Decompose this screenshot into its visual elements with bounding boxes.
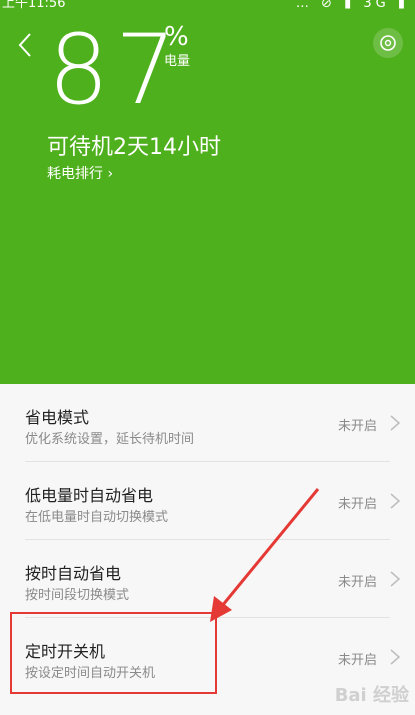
power-ranking-link[interactable]: 耗电排行 › [47,164,113,184]
status-icons: … ⊘ ▮ 3G ▮ [295,0,409,11]
status-time: 上午11:56 [2,0,66,11]
list-item-title: 省电模式 [25,408,90,427]
list-item-status: 未开启 [337,419,377,434]
list-item-title: 低电量时自动省电 [25,486,154,505]
watermark: Bai 经验 [334,685,409,706]
chevron-right-icon [390,571,401,587]
list-item-power-saving-mode[interactable]: 省电模式 优化系统设置，延长待机时间 未开启 [0,384,415,461]
settings-button[interactable] [373,28,403,58]
annotation-highlight-box [10,612,217,694]
list-item-low-battery-saving[interactable]: 低电量时自动省电 在低电量时自动切换模式 未开启 [0,462,415,539]
list-item-subtitle: 在低电量时自动切换模式 [25,510,169,525]
chevron-right-icon [390,649,401,665]
chevron-right-icon [390,415,401,431]
percent-sign: % [164,22,189,52]
list-item-subtitle: 优化系统设置，延长待机时间 [25,432,195,447]
chevron-right-icon [390,493,401,509]
battery-header: 上午11:56 … ⊘ ▮ 3G ▮ 87 % 电量 可待机2天14小时 耗电排… [0,0,415,384]
percent-label: 电量 [164,54,191,69]
back-icon[interactable] [12,30,42,60]
battery-percent-value: 87 [48,14,183,126]
list-item-status: 未开启 [337,497,377,512]
list-item-status: 未开启 [337,653,377,668]
standby-time-text: 可待机2天14小时 [47,135,221,160]
list-item-scheduled-saving[interactable]: 按时自动省电 按时间段切换模式 未开启 [0,540,415,617]
gear-icon [380,35,396,51]
list-item-status: 未开启 [337,575,377,590]
list-item-title: 按时自动省电 [25,564,122,583]
list-item-subtitle: 按时间段切换模式 [25,588,130,603]
